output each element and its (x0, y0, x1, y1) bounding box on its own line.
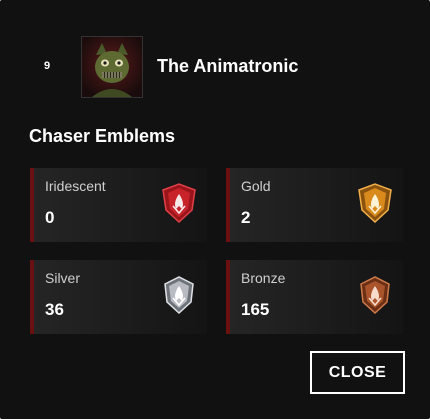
emblem-card-silver: Silver 36 (30, 260, 207, 334)
character-rank: 9 (44, 60, 51, 72)
character-header: 9 The Animatronic (0, 36, 430, 98)
emblem-label: Silver (45, 270, 81, 286)
emblem-label: Iridescent (45, 178, 106, 194)
emblem-count: 36 (45, 300, 64, 319)
emblem-dialog: 9 The Animatronic Chaser Emblems Iridesc… (0, 0, 430, 419)
emblem-label: Bronze (241, 270, 286, 286)
section-title: Chaser Emblems (29, 126, 176, 146)
emblem-card-gold: Gold 2 (226, 168, 403, 242)
character-name: The Animatronic (157, 56, 299, 76)
emblem-card-bronze: Bronze 165 (226, 260, 403, 334)
emblem-card-iridescent: Iridescent 0 (30, 168, 207, 242)
emblem-label: Gold (241, 178, 271, 194)
gold-emblem-icon (358, 183, 392, 224)
iridescent-emblem-icon (162, 183, 196, 224)
bronze-emblem-icon (360, 276, 390, 315)
emblem-count: 2 (241, 208, 251, 227)
character-portrait (81, 36, 143, 98)
close-button[interactable]: CLOSE (310, 351, 405, 394)
emblem-count: 165 (241, 300, 270, 319)
silver-emblem-icon (164, 276, 194, 315)
animatronic-portrait-icon (82, 37, 142, 97)
emblem-count: 0 (45, 208, 55, 227)
